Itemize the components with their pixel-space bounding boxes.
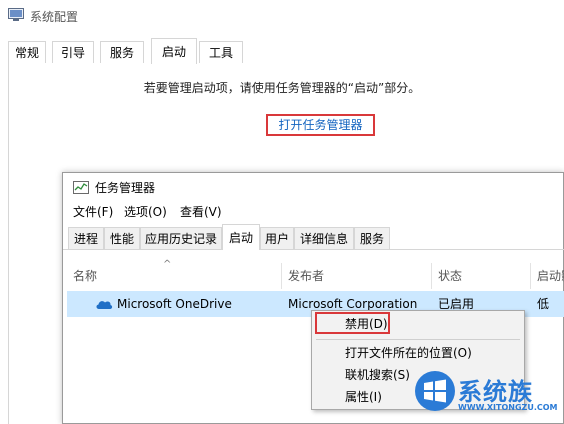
highlight-box-disable [315, 312, 390, 334]
column-header-status[interactable]: 状态 [432, 263, 531, 289]
tab-strip-divider [63, 249, 564, 250]
menu-view[interactable]: 查看(V) [180, 203, 222, 220]
tab-startup[interactable]: 启动 [222, 224, 260, 250]
tab-app-history[interactable]: 应用历史记录 [140, 227, 222, 250]
tab-users[interactable]: 用户 [260, 227, 294, 250]
tab-tools[interactable]: 工具 [199, 41, 243, 63]
column-header-startup-impact[interactable]: 启动影 [531, 263, 564, 289]
row-startup-impact: 低 [537, 297, 550, 311]
tab-details[interactable]: 详细信息 [294, 227, 354, 250]
tab-services[interactable]: 服务 [354, 227, 390, 250]
startup-notice: 若要管理启动项，请使用任务管理器的“启动”部分。 [143, 81, 421, 95]
windows-logo-icon [415, 371, 455, 411]
system-config-title: 系统配置 [30, 10, 79, 24]
highlight-box-open-task-manager [266, 114, 375, 136]
task-manager-title: 任务管理器 [95, 181, 156, 195]
system-config-app-icon [8, 8, 24, 21]
tab-general[interactable]: 常规 [8, 41, 46, 63]
task-manager-app-icon [73, 181, 89, 194]
menu-file[interactable]: 文件(F) [73, 203, 113, 220]
tab-performance[interactable]: 性能 [104, 227, 140, 250]
column-header-name[interactable]: 名称 [67, 263, 282, 289]
context-menu-open-file-location[interactable]: 打开文件所在的位置(O) [312, 342, 524, 364]
tab-processes[interactable]: 进程 [68, 227, 104, 250]
tab-services[interactable]: 服务 [100, 41, 144, 63]
tab-startup[interactable]: 启动 [151, 38, 197, 64]
watermark-url: WWW.XITONGZU.COM [458, 403, 558, 412]
column-header-publisher[interactable]: 发布者 [282, 263, 432, 289]
column-header-row: 名称 发布者 状态 启动影 [63, 263, 564, 289]
tab-boot[interactable]: 引导 [52, 41, 94, 63]
onedrive-cloud-icon [96, 301, 113, 309]
menu-options[interactable]: 选项(O) [124, 203, 167, 220]
watermark-text: 系统族 [458, 378, 533, 406]
context-menu-separator [316, 339, 520, 340]
row-name: Microsoft OneDrive [117, 297, 232, 311]
system-config-titlebar [0, 0, 564, 32]
